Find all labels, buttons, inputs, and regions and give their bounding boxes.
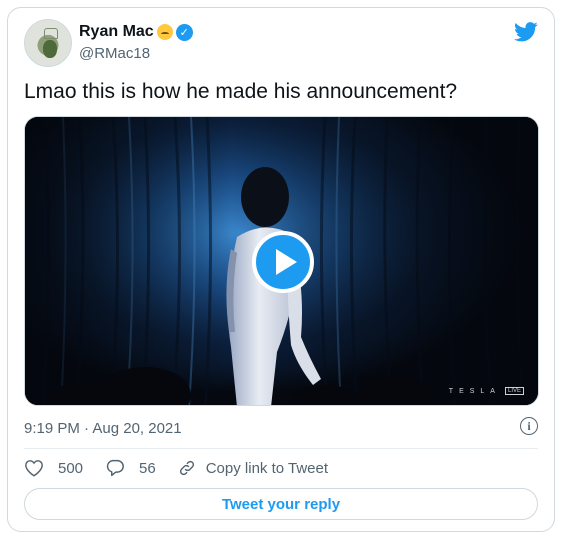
like-button[interactable]: 500 (24, 459, 83, 477)
reply-button[interactable]: 56 (105, 459, 156, 477)
avatar-figure-shape (43, 40, 57, 58)
reply-bubble-icon (106, 459, 124, 477)
info-icon[interactable]: i (520, 417, 538, 435)
twitter-bird-icon[interactable] (514, 22, 538, 42)
author-handle[interactable]: @RMac18 (79, 45, 150, 62)
upside-down-face-icon (156, 24, 173, 40)
copy-link-label: Copy link to Tweet (205, 459, 329, 477)
live-badge: LIVE (504, 387, 524, 395)
link-icon (179, 460, 194, 476)
tweet-text: Lmao this is how he made his announcemen… (24, 80, 458, 103)
play-icon[interactable] (252, 231, 314, 293)
heart-icon (25, 460, 43, 477)
copy-link-button[interactable]: Copy link to Tweet (178, 459, 328, 477)
author-name-row[interactable]: Ryan Mac ✓ (79, 23, 193, 41)
tweet-timestamp[interactable]: 9:19 PM · Aug 20, 2021 (24, 420, 182, 437)
divider (24, 448, 538, 449)
avatar-hat-shape (44, 28, 58, 39)
author-display-name[interactable]: Ryan Mac (79, 23, 154, 41)
avatar[interactable] (24, 19, 72, 67)
action-bar: 500 56 Copy link to Tweet (24, 459, 350, 477)
watermark-text: TESLA (448, 387, 501, 395)
video-player[interactable]: TESLA LIVE (24, 116, 539, 406)
verified-badge-icon: ✓ (175, 23, 193, 41)
tweet-card[interactable]: Ryan Mac ✓ @RMac18 Lmao this is how he m… (7, 7, 555, 532)
reply-count: 56 (139, 459, 156, 477)
tesla-watermark: TESLA LIVE (449, 387, 524, 395)
like-count: 500 (58, 459, 84, 477)
tweet-your-reply-button[interactable]: Tweet your reply (24, 488, 538, 520)
